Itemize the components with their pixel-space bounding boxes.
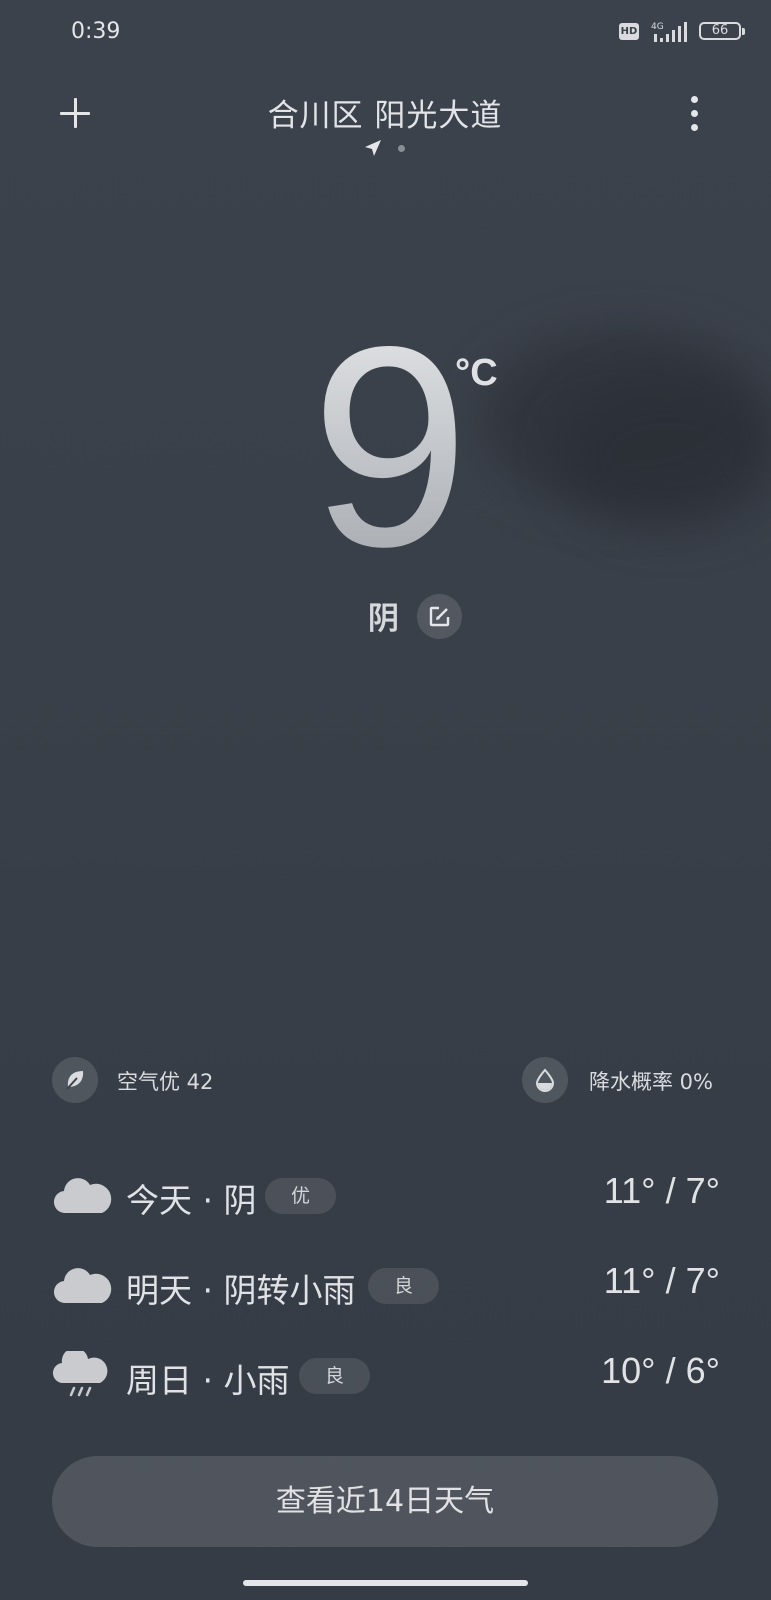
battery-icon: 66 bbox=[699, 22, 745, 40]
location-title[interactable]: 合川区 阳光大道 bbox=[185, 90, 585, 135]
background-cloud bbox=[560, 380, 771, 530]
signal-icon: 4G bbox=[651, 22, 687, 42]
more-dot bbox=[691, 110, 698, 117]
status-bar: 0:39 HD 4G 66 bbox=[0, 0, 771, 64]
forecast-temps: 11° / 7° bbox=[603, 1260, 720, 1301]
precipitation-icon-badge bbox=[522, 1057, 568, 1103]
forecast-label: 今天 · 阴 bbox=[126, 1181, 257, 1220]
edit-condition-button[interactable] bbox=[417, 594, 462, 639]
status-time: 0:39 bbox=[71, 19, 121, 44]
air-quality-badge: 优 bbox=[265, 1178, 337, 1214]
forecast-label: 周日 · 小雨 bbox=[126, 1361, 290, 1400]
forecast-label: 明天 · 阴转小雨 bbox=[126, 1271, 356, 1310]
current-temperature: 9 bbox=[290, 305, 490, 590]
navigation-arrow-icon bbox=[365, 140, 381, 156]
forecast-temps: 10° / 6° bbox=[601, 1350, 720, 1391]
network-label: 4G bbox=[651, 22, 664, 32]
forecast-temps: 11° / 7° bbox=[603, 1170, 720, 1211]
cloudy-icon bbox=[53, 1178, 112, 1214]
light-rain-icon bbox=[53, 1351, 108, 1397]
cloudy-icon bbox=[53, 1268, 112, 1304]
temperature-unit: °C bbox=[455, 352, 498, 394]
more-vertical-icon bbox=[691, 96, 698, 103]
edit-icon bbox=[429, 606, 450, 627]
air-quality-icon-badge bbox=[52, 1057, 98, 1103]
air-quality-text[interactable]: 空气优 42 bbox=[117, 1066, 213, 1096]
air-quality-badge: 良 bbox=[368, 1268, 440, 1304]
add-city-button[interactable] bbox=[58, 96, 92, 130]
precipitation-text[interactable]: 降水概率 0% bbox=[589, 1066, 713, 1096]
current-condition: 阴 bbox=[368, 601, 399, 637]
forecast-row-today[interactable]: 今天 · 阴 优 11° / 7° bbox=[52, 1166, 720, 1226]
page-dot bbox=[398, 145, 405, 152]
air-quality-badge: 良 bbox=[299, 1358, 371, 1394]
more-dot bbox=[691, 124, 698, 131]
leaf-icon bbox=[66, 1071, 84, 1090]
water-drop-icon bbox=[535, 1068, 555, 1092]
hd-icon: HD bbox=[619, 23, 639, 40]
view-14-day-forecast-button[interactable]: 查看近14日天气 bbox=[52, 1456, 718, 1547]
home-indicator[interactable] bbox=[243, 1580, 528, 1586]
forecast-row-tomorrow[interactable]: 明天 · 阴转小雨 良 11° / 7° bbox=[52, 1256, 720, 1316]
page-indicator bbox=[364, 139, 414, 159]
forecast-row-sunday[interactable]: 周日 · 小雨 良 10° / 6° bbox=[52, 1346, 720, 1406]
more-options-button[interactable] bbox=[684, 96, 706, 132]
